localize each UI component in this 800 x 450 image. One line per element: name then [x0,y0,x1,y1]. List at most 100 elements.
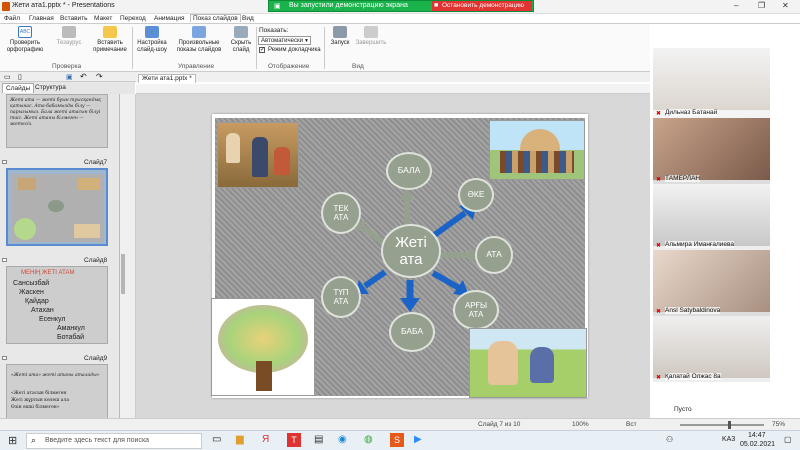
window-title: Жети ата1.pptx * - Presentations [12,2,115,9]
textmaker-icon[interactable]: T [287,433,301,447]
participant-video [653,118,770,180]
node-center-label: Жеті ата [395,233,427,268]
tab-outline[interactable]: Структура [32,83,69,92]
close-icon[interactable]: ✕ [782,1,789,10]
node-tup-ata[interactable]: ТҮП АТА [321,276,361,318]
share-icon: ▣ [274,3,281,10]
arrow-to-argy-ata [431,270,461,291]
mic-muted-icon: ✖ [656,177,662,183]
slide-thumbnail-6[interactable]: Жеті ата — жеті буын туысқандық қатынас.… [6,94,108,148]
document-tab[interactable]: Жети ата1.pptx * [138,74,196,83]
node-baba-label: БАБА [400,326,424,337]
menu-insert[interactable]: Вставить [60,15,88,22]
menu-animation[interactable]: Анимация [154,15,185,22]
thesaurus-label: Тезаурус [56,40,82,46]
menu-home[interactable]: Главная [29,15,54,22]
thesaurus-button[interactable]: Тезаурус [52,26,86,47]
scrollbar-thumb[interactable] [121,254,125,294]
node-tek-ata-label: ТЕК АТА [333,203,349,222]
menu-layout[interactable]: Макет [94,15,112,22]
ribbon-separator [324,27,325,69]
yurt-picture[interactable] [489,120,585,180]
presenter-mode-checkbox[interactable]: ✓ [259,47,265,53]
edge-icon[interactable]: ◉ [338,434,347,445]
slide-background: Жеті ата БАЛА ӘКЕ АТА АРҒЫ АТА БАБА ТҮП … [211,118,587,398]
windows-start-icon[interactable]: ⊞ [8,434,17,447]
undo-icon[interactable]: ↶ [80,72,87,81]
family-tree-picture[interactable] [211,298,315,396]
setup-show-label: Настройка слайд-шоу [137,40,167,53]
hide-slide-button[interactable]: Скрыть слайд [228,26,254,54]
slide-thumbnail-9[interactable]: «Жеті ата» жеті атаны аталады» «Жеті ата… [6,364,108,419]
save-icon[interactable]: ▣ [66,73,73,81]
hide-slide-icon [234,26,248,38]
status-bar: Слайд 7 из 10 100% Вст 75% [0,418,800,430]
node-argy-ata[interactable]: АРҒЫ АТА [453,290,499,330]
custom-shows-icon [192,26,206,38]
thumb9-title: «Жеті ата» жеті атаны аталады» [11,373,100,378]
store-icon[interactable]: ▤ [314,434,323,445]
input-language[interactable]: KA3 [722,436,735,443]
participant-name: ТАМЕРЛАН [665,175,701,182]
ribbon-separator [256,27,257,69]
notification-icon[interactable]: ▢ [784,435,792,444]
zoom-slider[interactable] [680,421,764,429]
thumb8-line: Қайдар [25,298,49,305]
new-icon[interactable]: ▯ [18,73,22,81]
people-icon[interactable]: ⚇ [666,435,673,444]
zoom-slider-handle[interactable] [728,421,731,429]
redo-icon[interactable]: ↷ [96,72,103,81]
slide-thumbnail-7[interactable] [6,168,108,246]
mic-muted-icon: ✖ [656,243,662,249]
participant-tile[interactable]: ✖ Альмира Иманғалиева [653,184,770,250]
minimize-icon[interactable]: – [734,1,738,10]
participant-tile[interactable]: ✖ Ansl Satybaldinova [653,250,770,316]
chrome-icon[interactable]: ◍ [364,434,373,445]
setup-show-button[interactable]: Настройка слайд-шоу [134,26,170,54]
chevron-down-icon: ▼ [304,38,309,44]
node-baba[interactable]: БАБА [389,312,435,352]
people-shapes [500,151,574,173]
slide-marker [2,356,7,360]
zoom-app-icon[interactable]: ▶ [414,434,422,445]
grandfather-picture[interactable] [469,328,587,398]
show-mode-value: Автоматически [261,38,303,44]
insert-comment-button[interactable]: Вставить примечание [90,26,130,54]
start-show-button[interactable]: Запуск [327,26,353,47]
zoom-level: 75% [772,421,786,428]
figure-shape [226,133,240,163]
participant-tile[interactable]: ✖ Дильназ Батанай [653,48,770,118]
node-bala[interactable]: БАЛА [386,152,432,190]
taskbar-search-box[interactable]: ⌕ Введите здесь текст для поиска [26,433,202,449]
node-center[interactable]: Жеті ата [381,224,441,278]
spellcheck-button[interactable]: ABC Проверить орфографию [4,26,46,54]
custom-shows-button[interactable]: Произвольные показы слайдов [172,26,226,54]
figure-shape [274,147,290,175]
stop-share-button[interactable]: ■ Остановить демонстрацию [432,1,532,11]
ribbon: ABC Проверить орфографию Тезаурус Встави… [0,24,650,72]
maximize-icon[interactable]: ❐ [758,1,765,10]
menu-file[interactable]: Файл [4,15,20,22]
presentations-taskbar-icon[interactable]: S [390,433,404,447]
slide-marker [2,258,7,262]
show-mode-select[interactable]: Автоматически ▼ [258,36,311,45]
slide-counter: Слайд 7 из 10 [478,421,521,428]
family-picture[interactable] [217,122,299,188]
finish-show-button[interactable]: Завершить [355,26,387,47]
clock-time: 14:47 [748,432,766,439]
open-icon[interactable]: ▭ [4,73,11,81]
node-ata[interactable]: АТА [475,236,513,274]
slide-thumbnail-8[interactable]: МЕНІҢ ЖЕТІ АТАМ Сансызбай Жаскен Қайдар … [6,266,108,344]
node-tek-ata[interactable]: ТЕК АТА [321,192,361,234]
slide-marker [2,160,7,164]
tab-slides[interactable]: Слайды [2,83,35,93]
menu-transition[interactable]: Переход [120,15,146,22]
file-explorer-icon[interactable]: ▆ [236,434,244,445]
task-view-icon[interactable]: ▭ [212,434,221,445]
yandex-icon[interactable]: Я [262,434,269,445]
menu-slideshow[interactable]: Показ слайдов [190,14,241,22]
node-ake[interactable]: ӘКЕ [458,178,494,212]
menu-view[interactable]: Вид [242,15,254,22]
participant-tile[interactable]: ✖ Қалатай Олжас 8а [653,316,770,382]
participant-tile[interactable]: ✖ ТАМЕРЛАН [653,118,770,184]
